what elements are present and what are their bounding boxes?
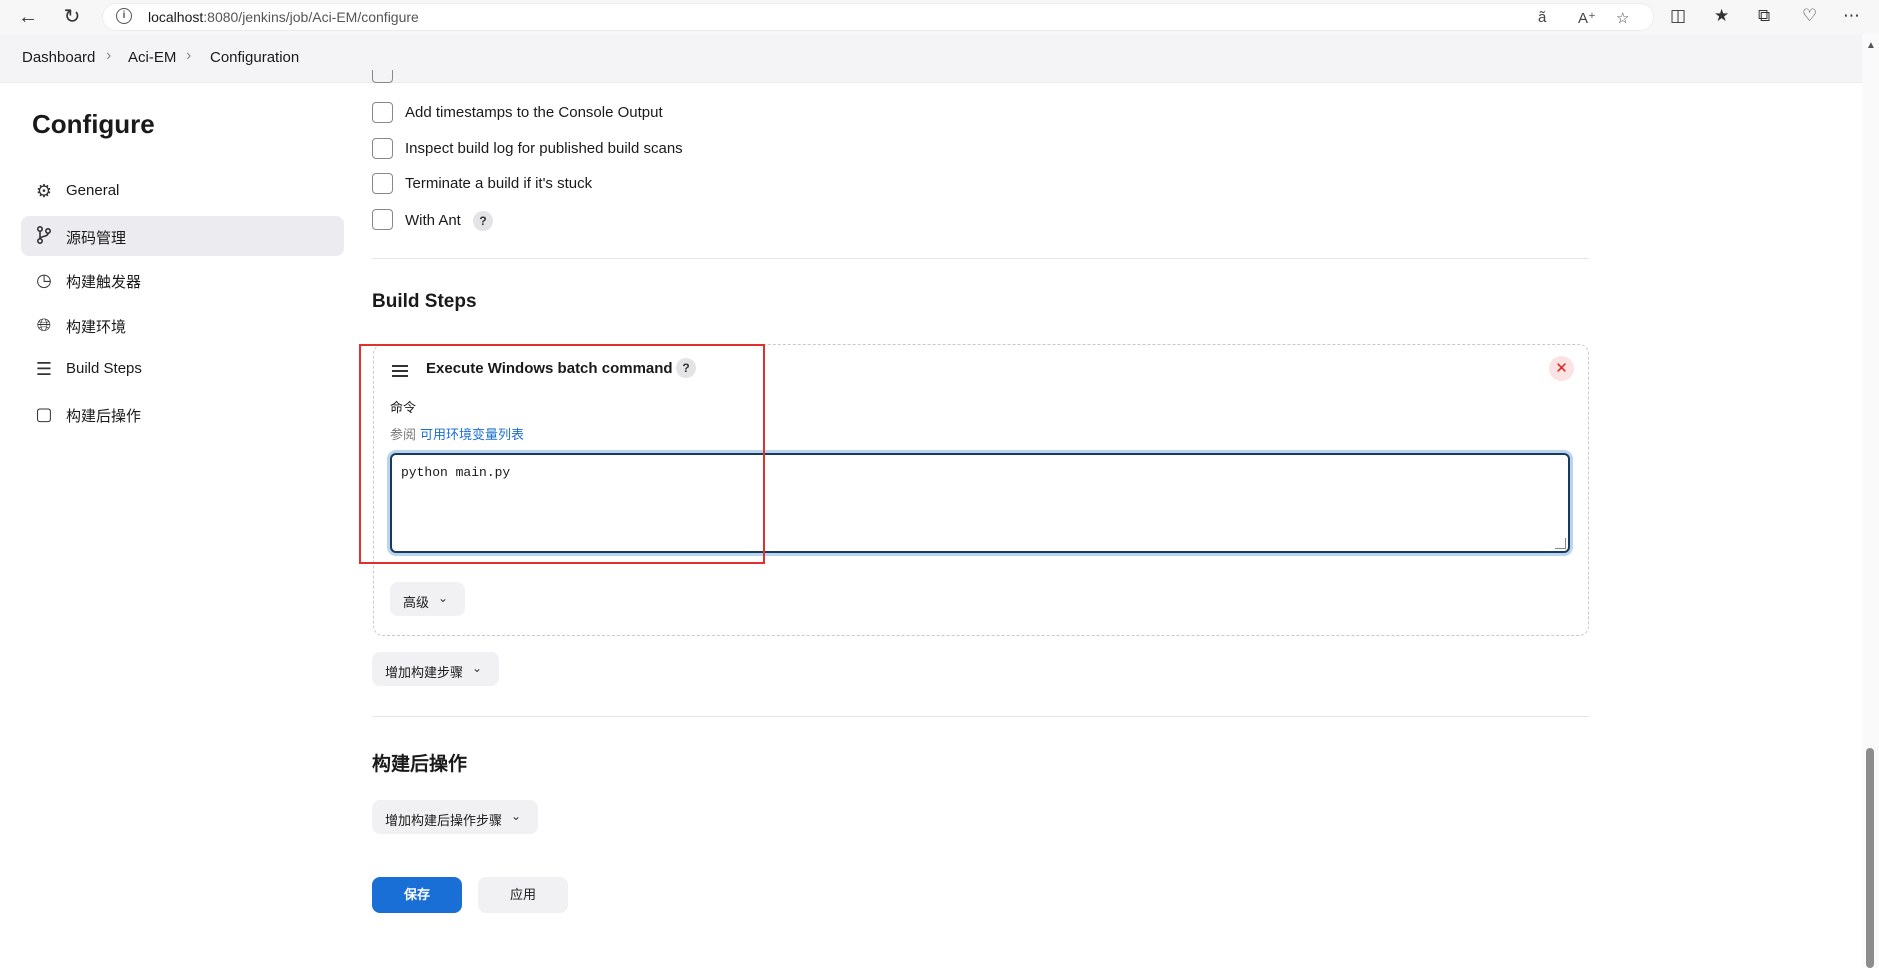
chevron-right-icon: › <box>186 47 192 64</box>
section-title-build-steps: Build Steps <box>372 291 477 312</box>
checkbox[interactable] <box>372 209 393 230</box>
url-text: localhost:8080/jenkins/job/Aci-EM/config… <box>148 9 419 25</box>
checkbox[interactable] <box>372 138 393 159</box>
breadcrumb-job[interactable]: Aci-EM <box>128 49 176 66</box>
apply-button[interactable]: 应用 <box>478 877 568 913</box>
chevron-right-icon: › <box>106 47 112 64</box>
globe-icon: 🌐︎ <box>36 315 52 335</box>
add-post-build-step-button[interactable]: 增加构建后操作步骤 ⌄ <box>372 800 538 834</box>
option-label: Add timestamps to the Console Output <box>405 104 663 121</box>
sidebar-item-label: 源码管理 <box>66 230 127 247</box>
divider <box>372 716 1589 717</box>
scroll-up-arrow-icon[interactable]: ▲ <box>1866 40 1876 51</box>
sidebar-item-scm[interactable]: 源码管理 <box>21 216 344 256</box>
translate-icon[interactable]: ã <box>1538 9 1546 26</box>
chevron-down-icon: ⌄ <box>438 591 449 605</box>
add-build-step-label: 增加构建步骤 <box>385 665 464 680</box>
delete-step-close-icon[interactable]: ✕ <box>1549 356 1574 381</box>
sidebar-item-label: 构建环境 <box>66 319 127 336</box>
scrollbar-thumb[interactable] <box>1866 748 1874 968</box>
sidebar-item-environment[interactable]: 🌐︎ 构建环境 <box>21 305 344 345</box>
save-button[interactable]: 保存 <box>372 877 462 913</box>
address-bar[interactable]: i localhost:8080/jenkins/job/Aci-EM/conf… <box>102 3 1654 31</box>
checkbox[interactable] <box>372 102 393 123</box>
sidebar-item-label: 构建触发器 <box>66 274 142 291</box>
divider <box>372 258 1589 259</box>
favorite-star-icon[interactable]: ☆ <box>1616 9 1629 27</box>
package-icon: ▢ <box>35 404 53 424</box>
reload-icon[interactable]: ↻ <box>58 4 86 30</box>
sidebar-item-build-steps[interactable]: ☰ Build Steps <box>21 349 344 389</box>
branch-icon <box>33 225 55 247</box>
option-label: Terminate a build if it's stuck <box>405 175 593 192</box>
sidebar-item-triggers[interactable]: ◷ 构建触发器 <box>21 260 344 300</box>
clock-icon: ◷ <box>36 270 52 290</box>
option-label: Inspect build log for published build sc… <box>405 140 683 157</box>
checkbox[interactable] <box>372 70 393 83</box>
more-menu-icon[interactable]: ⋯ <box>1843 6 1860 26</box>
read-aloud-icon[interactable]: A⁺ <box>1578 9 1596 27</box>
advanced-button[interactable]: 高级 ⌄ <box>390 582 465 616</box>
site-info-icon[interactable]: i <box>116 8 132 24</box>
option-label: With Ant ? <box>405 211 494 231</box>
gear-icon: ⚙ <box>35 181 53 201</box>
sidebar-item-label: 构建后操作 <box>66 408 142 425</box>
resize-handle-icon[interactable] <box>1555 538 1566 549</box>
checkbox[interactable] <box>372 173 393 194</box>
sidebar-item-general[interactable]: ⚙ General <box>21 171 344 211</box>
highlight-annotation-box <box>359 344 765 564</box>
browser-essentials-icon[interactable]: ♡ <box>1802 6 1817 26</box>
section-title-post-build: 构建后操作 <box>372 754 468 775</box>
chevron-down-icon: ⌄ <box>511 809 522 823</box>
breadcrumb-configuration[interactable]: Configuration <box>210 49 299 66</box>
chevron-down-icon: ⌄ <box>472 661 483 675</box>
advanced-label: 高级 <box>403 595 430 610</box>
split-screen-icon[interactable]: ◫ <box>1670 6 1686 26</box>
add-post-build-label: 增加构建后操作步骤 <box>385 813 503 828</box>
page-title: Configure <box>32 109 155 139</box>
breadcrumb: Dashboard › Aci-EM › Configuration <box>0 34 1862 83</box>
favorites-icon[interactable]: ★ <box>1714 6 1729 26</box>
breadcrumb-dashboard[interactable]: Dashboard <box>22 49 95 66</box>
collections-icon[interactable]: ⧉ <box>1758 6 1770 26</box>
back-icon[interactable]: ← <box>14 4 42 30</box>
sidebar-item-label: Build Steps <box>66 360 142 377</box>
browser-toolbar: ← ↻ i localhost:8080/jenkins/job/Aci-EM/… <box>0 0 1879 34</box>
help-icon[interactable]: ? <box>473 211 494 231</box>
sidebar-item-label: General <box>66 182 120 199</box>
sidebar-item-post-build[interactable]: ▢ 构建后操作 <box>21 394 344 434</box>
add-build-step-button[interactable]: 增加构建步骤 ⌄ <box>372 652 499 686</box>
list-icon: ☰ <box>35 359 53 379</box>
